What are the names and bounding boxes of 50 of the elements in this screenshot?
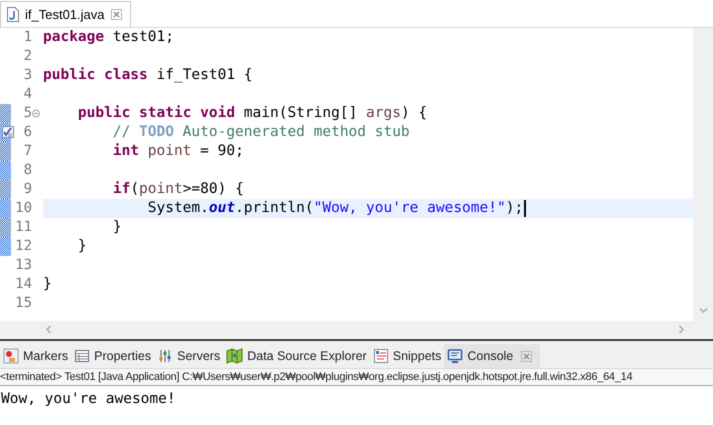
code-line: // TODO Auto-generated method stub: [112, 122, 410, 142]
markers-icon: [3, 348, 19, 364]
line-number: 10: [14, 199, 32, 218]
code-line: if(point>=80) {: [112, 180, 244, 199]
monitor-icon: [447, 348, 464, 364]
panel-tab[interactable]: Servers: [154, 344, 224, 368]
panel-tab[interactable]: Properties: [71, 344, 154, 368]
code-line: int point = 90;: [112, 142, 244, 161]
panel-tab[interactable]: Data Source Explorer: [223, 344, 370, 368]
code-line: }: [43, 274, 52, 294]
chevron-left-icon[interactable]: [45, 325, 52, 334]
vertical-scrollbar[interactable]: [693, 28, 713, 338]
editor-tab[interactable]: if_Test01.java: [0, 1, 130, 27]
line-number: 5: [22, 104, 32, 123]
sliders-icon: [157, 348, 174, 364]
code-line: public class if_Test01 {: [43, 66, 253, 85]
close-icon[interactable]: [110, 9, 122, 20]
line-number: 14: [14, 275, 32, 294]
line-number: 9: [22, 180, 32, 199]
code-line: }: [112, 218, 122, 237]
panel-tab[interactable]: Console: [444, 344, 540, 368]
code-line: }: [76, 236, 87, 256]
console-header: <terminated> Test01 [Java Application] C:₩Users₩user₩.p2₩pool₩plugins₩org.eclipse.justj.openjdk.hotspot.jre.full.win32.x86_64_14: [0, 369, 713, 386]
line-number: 2: [22, 47, 32, 66]
close-icon[interactable]: [521, 350, 532, 362]
code-line: System.out.println("Wow, you're awesome!");: [146, 198, 524, 218]
map-icon: [226, 348, 244, 364]
line-number: 12: [14, 237, 32, 256]
code-line: public static void main(String[] args) {: [76, 104, 428, 123]
line-number: 4: [22, 85, 32, 104]
line-number: 13: [14, 256, 32, 275]
line-number: 11: [14, 218, 32, 237]
snippets-icon: [372, 348, 389, 364]
line-number: 15: [14, 294, 32, 313]
line-number: 3: [22, 66, 32, 85]
panel-tab[interactable]: Markers: [0, 344, 72, 368]
chevron-right-icon[interactable]: [678, 325, 685, 334]
chevron-down-icon[interactable]: [698, 307, 708, 314]
line-number: 7: [22, 142, 32, 161]
line-number: 1: [22, 28, 32, 47]
panel-tab[interactable]: Snippets: [370, 344, 444, 368]
line-number: 8: [22, 161, 32, 180]
line-number: 6: [22, 123, 32, 142]
text-cursor: [524, 200, 526, 217]
java-file-icon: [7, 7, 19, 22]
table-icon: [74, 348, 90, 364]
collapse-icon[interactable]: [32, 109, 40, 118]
horizontal-scrollbar[interactable]: [0, 321, 693, 338]
code-line: package test01;: [43, 28, 174, 47]
console-output: Wow, you're awesome!: [1, 391, 176, 407]
